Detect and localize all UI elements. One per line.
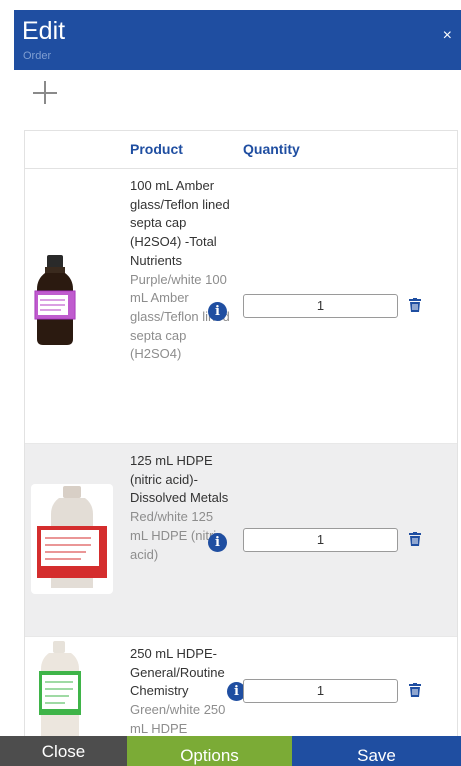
info-icon[interactable]: i: [208, 533, 227, 552]
page-subtitle: Order: [23, 50, 52, 62]
save-button-label: Save: [357, 746, 396, 765]
info-icon[interactable]: i: [208, 302, 227, 321]
product-description: 250 mL HDPE- General/Routine Chemistry G…: [130, 645, 230, 736]
options-button[interactable]: Options: [127, 736, 292, 766]
add-item-button[interactable]: [33, 80, 59, 106]
product-description: 100 mL Amber glass/Teflon lined septa ca…: [130, 177, 230, 364]
column-header-quantity: Quantity: [243, 141, 300, 157]
product-detail: Green/white 250 mL HDPE: [130, 702, 226, 736]
save-button[interactable]: Save: [292, 736, 461, 766]
table-row: 100 mL Amber glass/Teflon lined septa ca…: [25, 169, 457, 444]
product-image: [34, 255, 76, 345]
close-button-label: Close: [41, 742, 86, 761]
quantity-input[interactable]: 1: [243, 679, 398, 703]
quantity-input[interactable]: 1: [243, 294, 398, 318]
close-button[interactable]: Close: [0, 736, 127, 766]
product-image: [31, 484, 113, 594]
close-icon[interactable]: ×: [443, 28, 452, 44]
order-table: Product Quantity 100 mL Amber glass/Tefl…: [24, 130, 458, 736]
quantity-input[interactable]: 1: [243, 528, 398, 552]
table-row: 250 mL HDPE- General/Routine Chemistry G…: [25, 637, 457, 736]
modal-header: Edit Order ×: [14, 10, 461, 70]
trash-icon[interactable]: [409, 532, 421, 546]
table-header: Product Quantity: [25, 131, 457, 169]
product-image: [39, 641, 81, 736]
table-row: 125 mL HDPE (nitric acid)- Dissolved Met…: [25, 444, 457, 637]
column-header-product: Product: [130, 141, 183, 157]
footer-bar: Close Options Save: [0, 736, 461, 766]
trash-icon[interactable]: [409, 298, 421, 312]
product-name: 250 mL HDPE- General/Routine Chemistry: [130, 646, 225, 699]
trash-icon[interactable]: [409, 683, 421, 697]
options-button-label: Options: [180, 746, 239, 765]
product-name: 100 mL Amber glass/Teflon lined septa ca…: [130, 178, 230, 268]
page-title: Edit: [22, 17, 66, 45]
product-name: 125 mL HDPE (nitric acid)- Dissolved Met…: [130, 453, 229, 506]
